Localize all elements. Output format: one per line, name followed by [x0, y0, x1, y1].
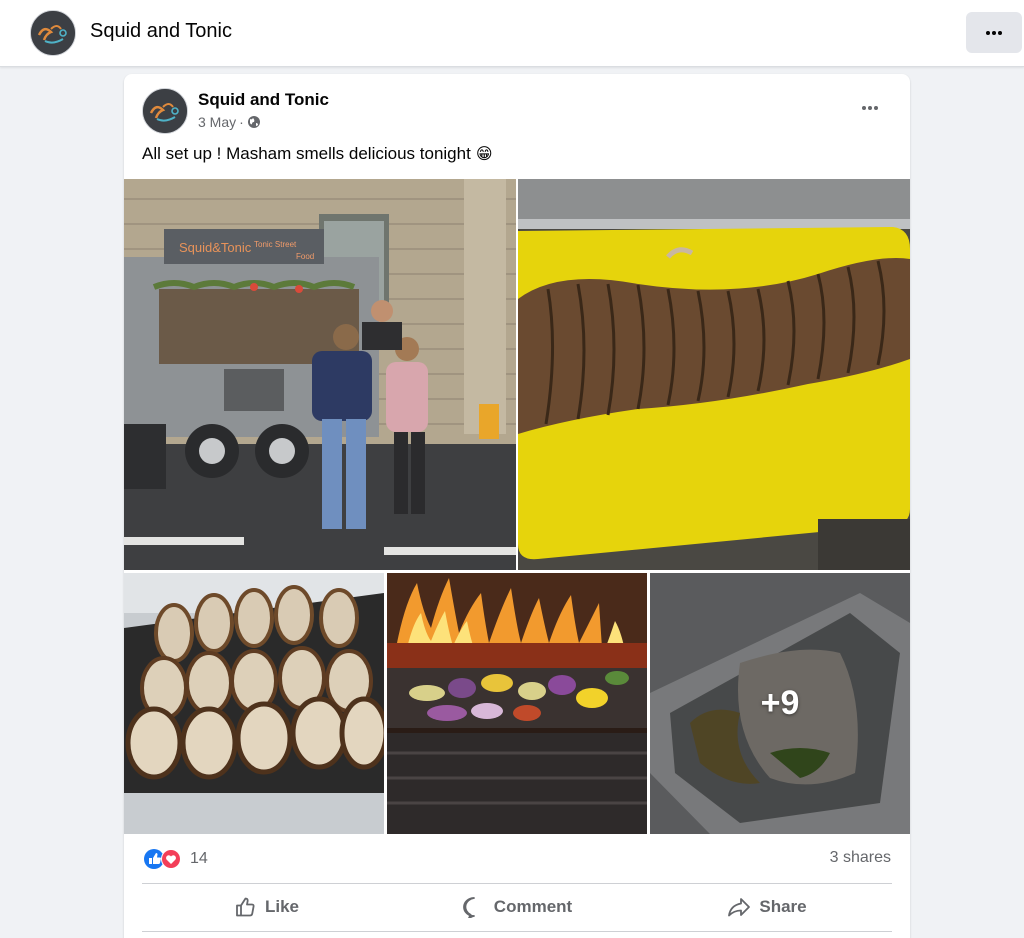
- page-title[interactable]: Squid and Tonic: [90, 20, 232, 43]
- divider: [142, 931, 892, 932]
- photo-grid: Squid&Tonic Tonic Street Food +9: [124, 179, 910, 834]
- page-header: Squid and Tonic: [0, 0, 1024, 67]
- shares-count[interactable]: 3 shares: [830, 849, 891, 867]
- post-meta: 3 May ·: [198, 114, 261, 130]
- reaction-icons: [144, 849, 181, 869]
- reaction-count: 14: [190, 850, 208, 867]
- share-button[interactable]: Share: [642, 884, 892, 930]
- post-actions: Like Comment Share: [142, 884, 892, 930]
- squid-logo-icon: [143, 89, 187, 133]
- love-reaction-icon: [161, 849, 181, 869]
- fire-grill-photo[interactable]: [387, 573, 647, 834]
- comment-bubble-icon: [462, 897, 475, 918]
- globe-icon: [247, 116, 260, 128]
- reactions-summary[interactable]: 14: [144, 848, 208, 870]
- post-options-button[interactable]: [852, 96, 888, 120]
- page-more-button[interactable]: [966, 12, 1022, 53]
- post-card: Squid and Tonic 3 May · All set up ! Mas…: [124, 74, 910, 938]
- pork-roll-photo[interactable]: [518, 179, 910, 570]
- more-dots-icon: [986, 30, 1002, 35]
- like-label: Like: [264, 897, 300, 916]
- post-author-name[interactable]: Squid and Tonic: [198, 90, 329, 110]
- squid-logo-icon: [31, 11, 75, 55]
- wrap-box-photo[interactable]: +9: [650, 573, 910, 834]
- truck-sign-line1: Tonic Street: [254, 240, 297, 249]
- food-truck-photo[interactable]: Squid&Tonic Tonic Street Food: [124, 179, 516, 570]
- share-label: Share: [759, 897, 807, 916]
- more-dots-icon: [862, 106, 878, 110]
- comment-button[interactable]: Comment: [392, 884, 642, 930]
- sliced-porchetta-photo[interactable]: [124, 573, 384, 834]
- grinning-emoji-icon: 😁: [475, 146, 493, 163]
- post-date[interactable]: 3 May: [198, 114, 236, 130]
- more-photos-count[interactable]: +9: [650, 573, 910, 834]
- post-author-avatar[interactable]: [142, 88, 188, 134]
- thumbs-up-icon: [236, 897, 255, 917]
- truck-sign-brand: Squid&Tonic: [179, 240, 252, 255]
- post-message: All set up ! Masham smells delicious ton…: [142, 144, 471, 163]
- post-text: All set up ! Masham smells delicious ton…: [142, 144, 493, 164]
- meta-separator: ·: [239, 114, 244, 130]
- comment-label: Comment: [493, 897, 573, 916]
- share-arrow-icon: [728, 898, 751, 917]
- page-avatar[interactable]: [30, 10, 76, 56]
- truck-sign-line2: Food: [296, 252, 314, 261]
- like-button[interactable]: Like: [142, 884, 392, 930]
